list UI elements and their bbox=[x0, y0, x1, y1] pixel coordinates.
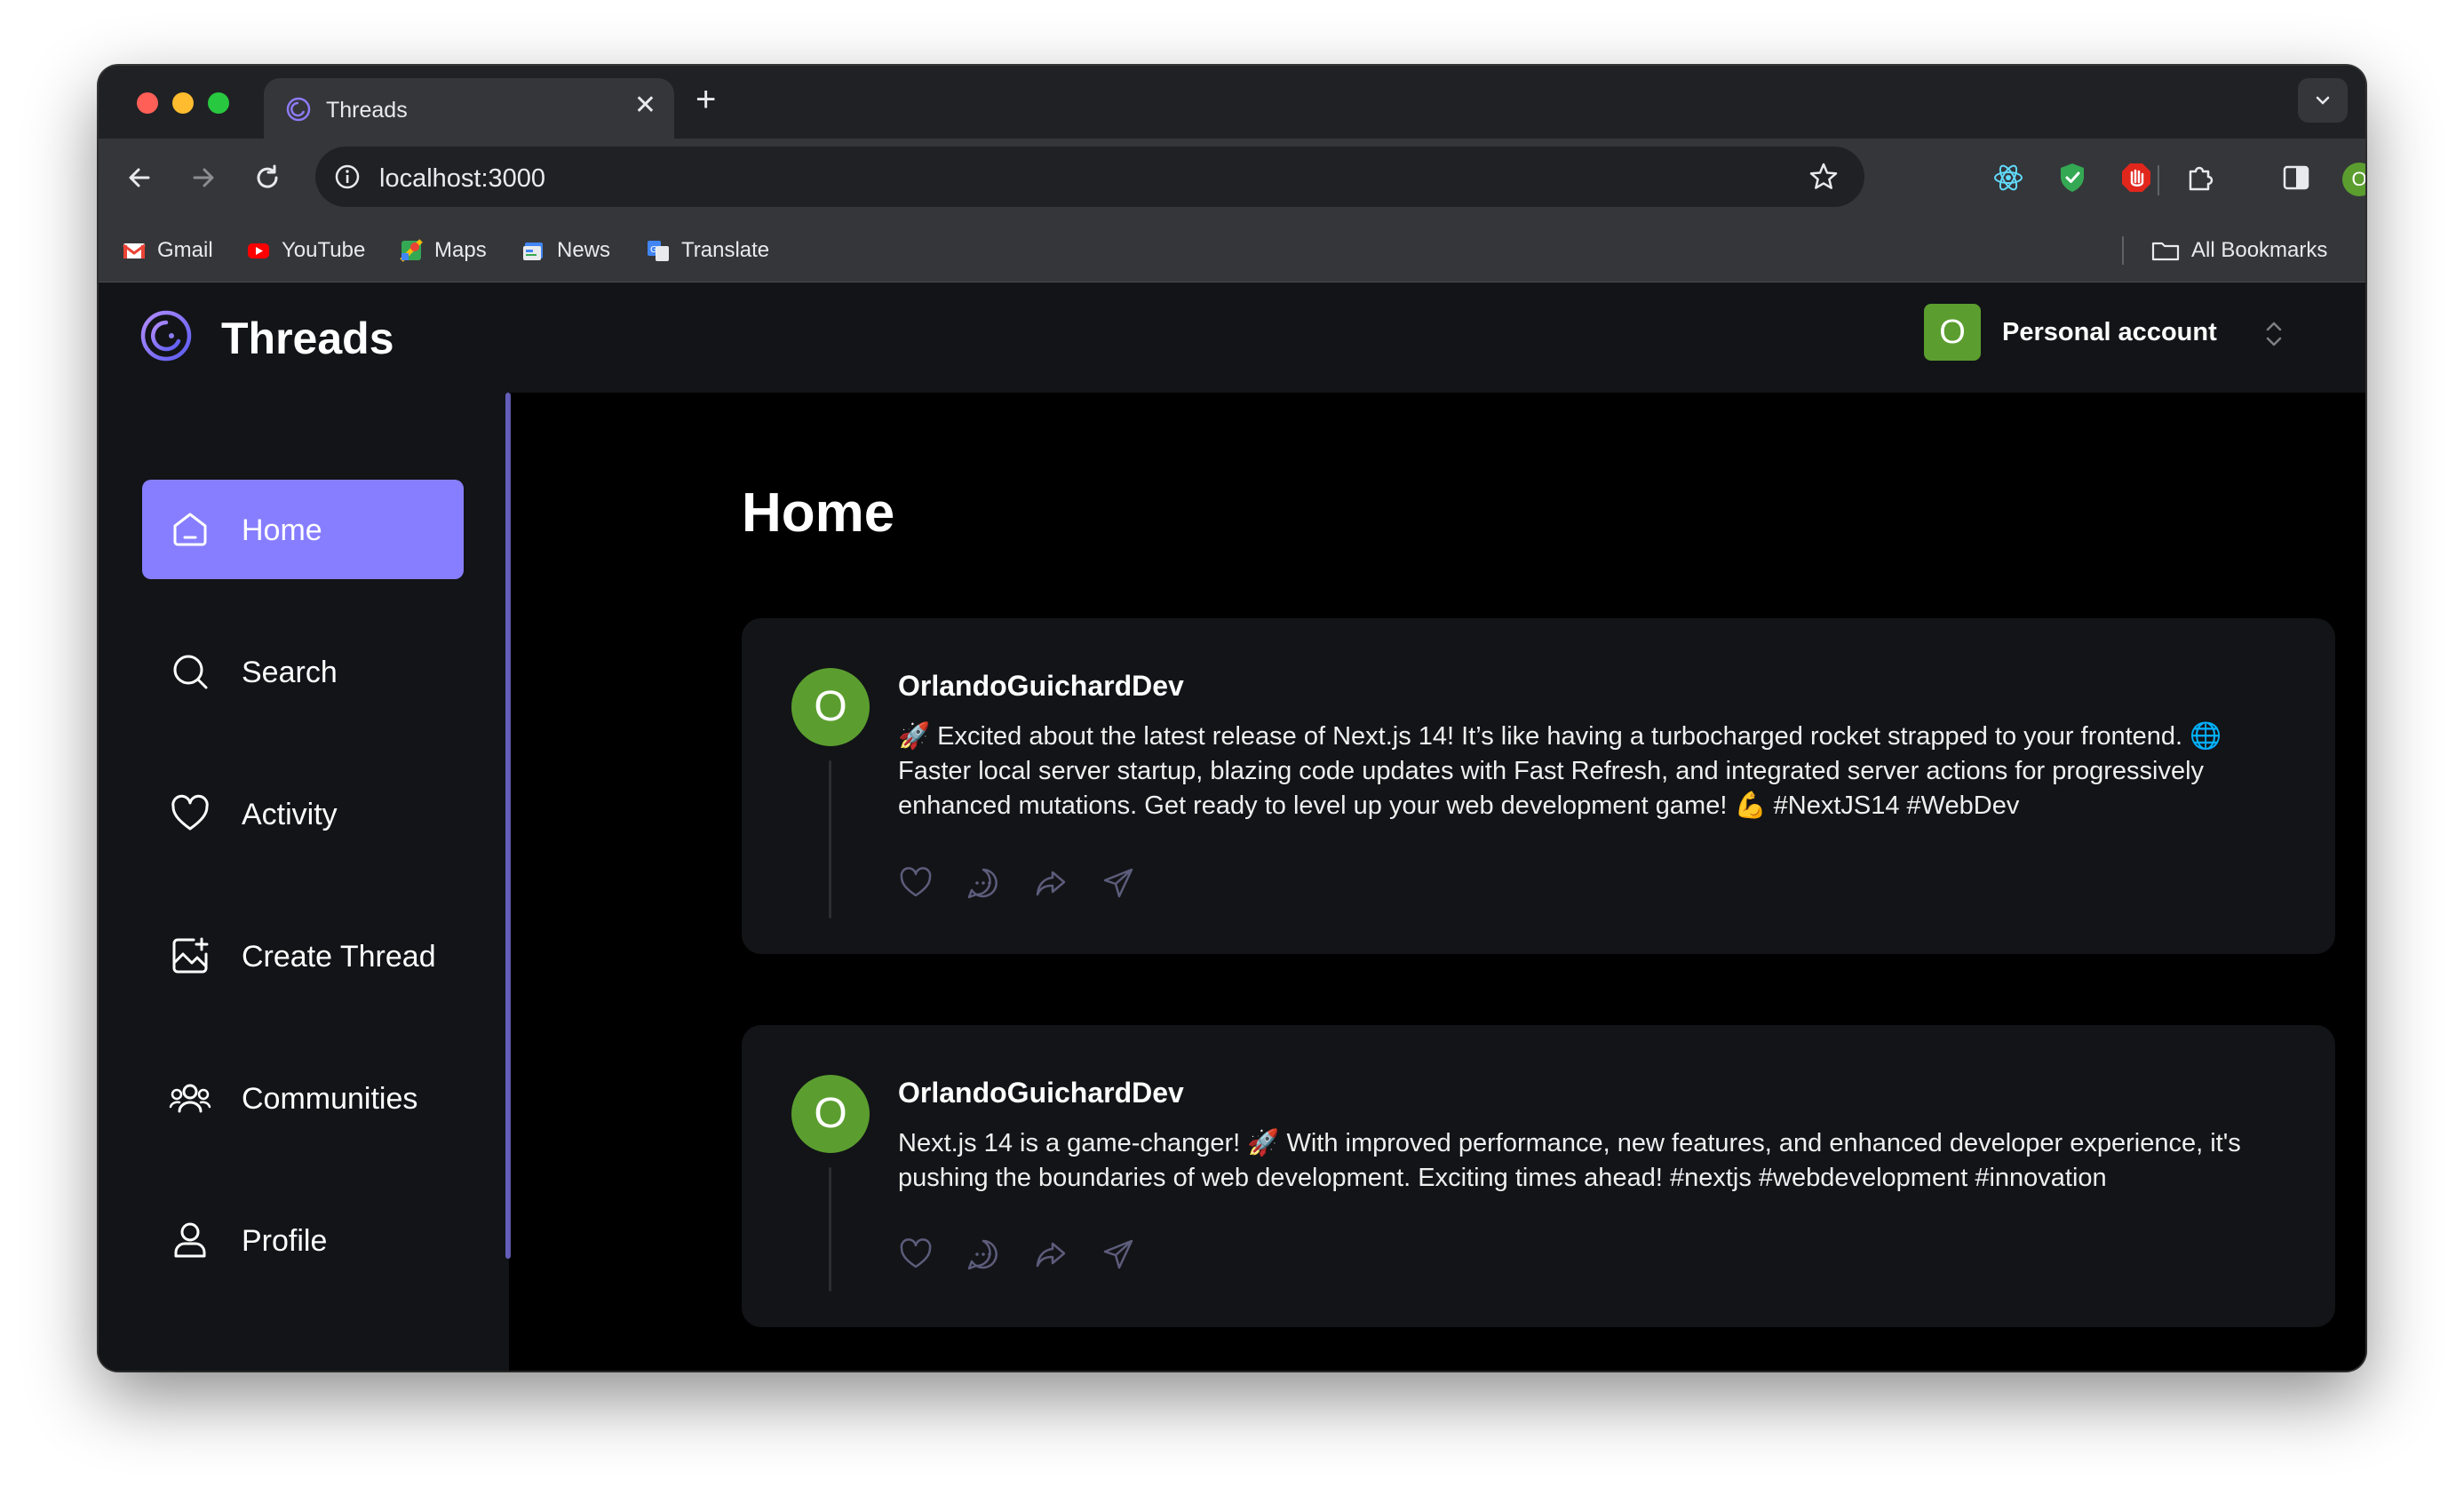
sidebar-item-home[interactable]: Home bbox=[142, 480, 464, 579]
author-avatar[interactable]: O bbox=[791, 1075, 870, 1153]
youtube-icon bbox=[248, 243, 269, 258]
bookmark-label: Gmail bbox=[157, 238, 213, 262]
reload-icon[interactable] bbox=[250, 160, 285, 195]
tab-search-button[interactable] bbox=[2298, 78, 2348, 123]
main-feed: Home O OrlandoGuichardDev 🚀 Excited abou… bbox=[514, 393, 2365, 1371]
tab-title: Threads bbox=[326, 98, 408, 123]
bookmarks-separator bbox=[2122, 236, 2124, 265]
browser-toolbar: localhost:3000 O bbox=[99, 139, 2365, 219]
brand-title[interactable]: Threads bbox=[221, 313, 394, 364]
threads-app: Threads O Personal account Home Search A… bbox=[99, 282, 2365, 1371]
page-title: Home bbox=[742, 482, 895, 544]
reply-icon[interactable] bbox=[966, 1237, 1001, 1272]
chevron-up-down-icon[interactable] bbox=[2262, 316, 2285, 352]
account-switcher-label[interactable]: Personal account bbox=[2002, 318, 2217, 347]
search-icon bbox=[173, 655, 208, 689]
sidebar-item-search[interactable]: Search bbox=[142, 622, 464, 721]
sidebar-item-label: Activity bbox=[242, 798, 338, 831]
bookmark-label: News bbox=[557, 238, 611, 262]
site-info-icon[interactable] bbox=[331, 161, 363, 193]
author-name[interactable]: OrlandoGuichardDev bbox=[898, 1077, 1184, 1109]
extensions-puzzle-icon[interactable] bbox=[2182, 160, 2218, 195]
sidebar-item-label: Search bbox=[242, 656, 338, 689]
thread-content: 🚀 Excited about the latest release of Ne… bbox=[898, 722, 2222, 820]
minimize-window-button[interactable] bbox=[172, 92, 194, 114]
author-avatar[interactable]: O bbox=[791, 668, 870, 746]
tab-strip: Threads ✕ + bbox=[99, 66, 2365, 139]
sidebar-item-label: Profile bbox=[242, 1224, 328, 1258]
news-icon bbox=[523, 243, 543, 260]
reply-icon[interactable] bbox=[966, 865, 1001, 901]
browser-window: Threads ✕ + localhost:3000 O Gmail YouTu… bbox=[99, 66, 2365, 1371]
chevron-down-icon bbox=[2316, 96, 2330, 105]
author-name[interactable]: OrlandoGuichardDev bbox=[898, 670, 1184, 703]
maps-icon bbox=[400, 239, 423, 262]
threads-logo-icon[interactable] bbox=[139, 309, 193, 362]
bookmark-label: Translate bbox=[681, 238, 770, 262]
communities-icon bbox=[169, 1084, 211, 1113]
maximize-window-button[interactable] bbox=[208, 92, 229, 114]
sidebar-item-create-thread[interactable]: Create Thread bbox=[142, 906, 464, 1006]
bookmark-maps[interactable]: Maps bbox=[399, 238, 487, 263]
account-avatar[interactable]: O bbox=[1924, 304, 1981, 361]
threads-favicon-icon bbox=[286, 97, 311, 122]
bookmarks-bar: Gmail YouTube Maps News G Translate All … bbox=[99, 219, 2365, 282]
share-icon[interactable] bbox=[1101, 865, 1136, 901]
create-thread-icon bbox=[172, 937, 209, 974]
bookmark-translate[interactable]: G Translate bbox=[646, 238, 769, 263]
side-panel-icon[interactable] bbox=[2278, 160, 2314, 195]
thread-actions bbox=[898, 865, 1168, 901]
sidebar-item-label: Communities bbox=[242, 1082, 418, 1116]
sidebar-scrollbar[interactable] bbox=[505, 393, 511, 1259]
left-sidebar: Home Search Activity Create Thread Commu… bbox=[99, 393, 511, 1371]
bookmark-news[interactable]: News bbox=[521, 238, 610, 263]
thread-card[interactable]: O OrlandoGuichardDev 🚀 Excited about the… bbox=[742, 618, 2335, 954]
thread-actions bbox=[898, 1237, 1168, 1272]
thread-content: Next.js 14 is a game-changer! 🚀 With imp… bbox=[898, 1129, 2241, 1192]
thread-card[interactable]: O OrlandoGuichardDev Next.js 14 is a gam… bbox=[742, 1025, 2335, 1327]
browser-profile-avatar[interactable]: O bbox=[2342, 163, 2365, 196]
back-icon[interactable] bbox=[122, 160, 157, 195]
gmail-icon bbox=[123, 243, 146, 258]
toolbar-separator bbox=[2158, 165, 2159, 195]
all-bookmarks[interactable]: All Bookmarks bbox=[2150, 238, 2327, 263]
bookmark-gmail[interactable]: Gmail bbox=[122, 238, 213, 263]
repost-icon[interactable] bbox=[1033, 1237, 1069, 1272]
app-topbar: Threads O Personal account bbox=[99, 282, 2365, 393]
sidebar-item-communities[interactable]: Communities bbox=[142, 1048, 464, 1148]
forward-icon[interactable] bbox=[186, 160, 221, 195]
address-bar[interactable]: localhost:3000 bbox=[315, 147, 1864, 207]
thread-line bbox=[829, 760, 831, 918]
translate-icon: G bbox=[648, 241, 669, 261]
home-icon bbox=[173, 513, 207, 546]
bookmark-label: YouTube bbox=[282, 238, 366, 262]
sidebar-item-profile[interactable]: Profile bbox=[142, 1190, 464, 1290]
bookmark-youtube[interactable]: YouTube bbox=[246, 238, 365, 263]
thread-line bbox=[829, 1167, 831, 1292]
sidebar-item-label: Home bbox=[242, 513, 322, 547]
share-icon[interactable] bbox=[1101, 1237, 1136, 1272]
bookmark-label: Maps bbox=[434, 238, 487, 262]
all-bookmarks-label: All Bookmarks bbox=[2191, 238, 2328, 262]
ad-blocker-extension-icon[interactable] bbox=[2118, 160, 2154, 195]
browser-tab[interactable]: Threads ✕ bbox=[264, 78, 674, 139]
shield-extension-icon[interactable] bbox=[2055, 160, 2090, 195]
bookmark-star-icon[interactable] bbox=[1808, 161, 1840, 193]
new-tab-button[interactable]: + bbox=[695, 82, 716, 117]
sidebar-item-label: Create Thread bbox=[242, 940, 436, 974]
heart-icon bbox=[171, 794, 209, 831]
react-devtools-icon[interactable] bbox=[1991, 160, 2026, 195]
close-window-button[interactable] bbox=[137, 92, 158, 114]
sidebar-item-activity[interactable]: Activity bbox=[142, 764, 464, 863]
profile-icon bbox=[174, 1222, 206, 1258]
repost-icon[interactable] bbox=[1033, 865, 1069, 901]
url-text: localhost:3000 bbox=[379, 164, 546, 193]
folder-icon bbox=[2151, 242, 2180, 261]
heart-icon[interactable] bbox=[898, 865, 934, 901]
svg-text:G: G bbox=[650, 245, 657, 255]
tab-close-icon[interactable]: ✕ bbox=[634, 92, 656, 119]
heart-icon[interactable] bbox=[898, 1237, 934, 1272]
